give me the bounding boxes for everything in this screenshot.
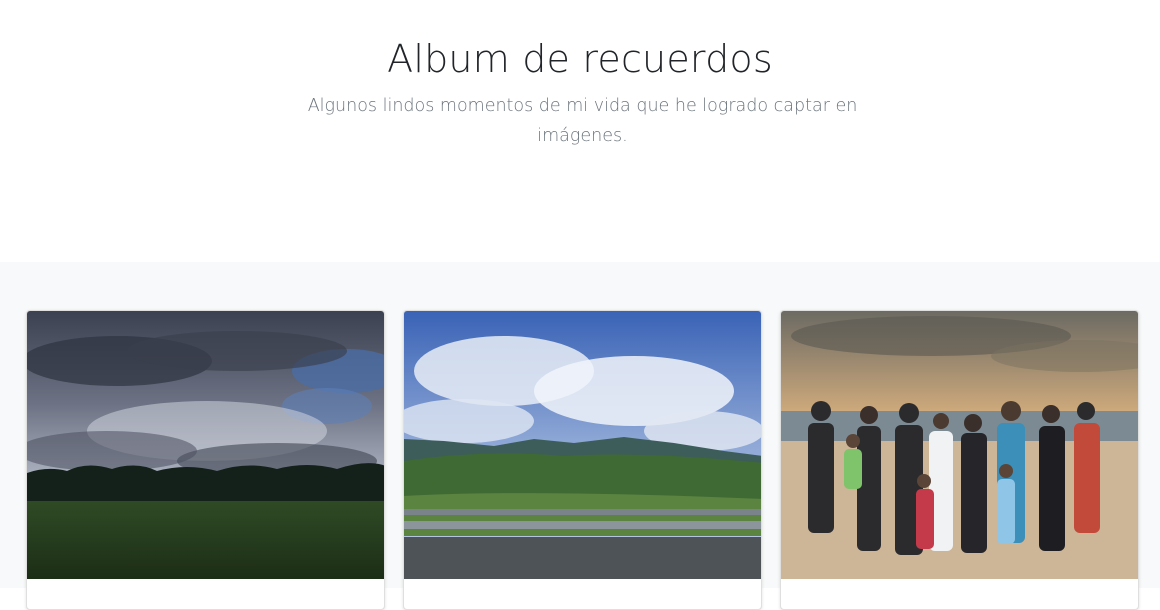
- album-card[interactable]: [26, 310, 385, 610]
- card-image-mountains: [404, 311, 761, 579]
- album-card[interactable]: [403, 310, 762, 610]
- card-image-family-beach: [781, 311, 1138, 579]
- jumbotron: Album de recuerdos Algunos lindos moment…: [0, 0, 1160, 262]
- card-image-stormy-clouds: [27, 311, 384, 579]
- album-card[interactable]: [780, 310, 1139, 610]
- album-section: [0, 262, 1160, 610]
- page-lead: Algunos lindos momentos de mi vida que h…: [307, 96, 858, 146]
- page-title: Album de recuerdos: [387, 37, 773, 81]
